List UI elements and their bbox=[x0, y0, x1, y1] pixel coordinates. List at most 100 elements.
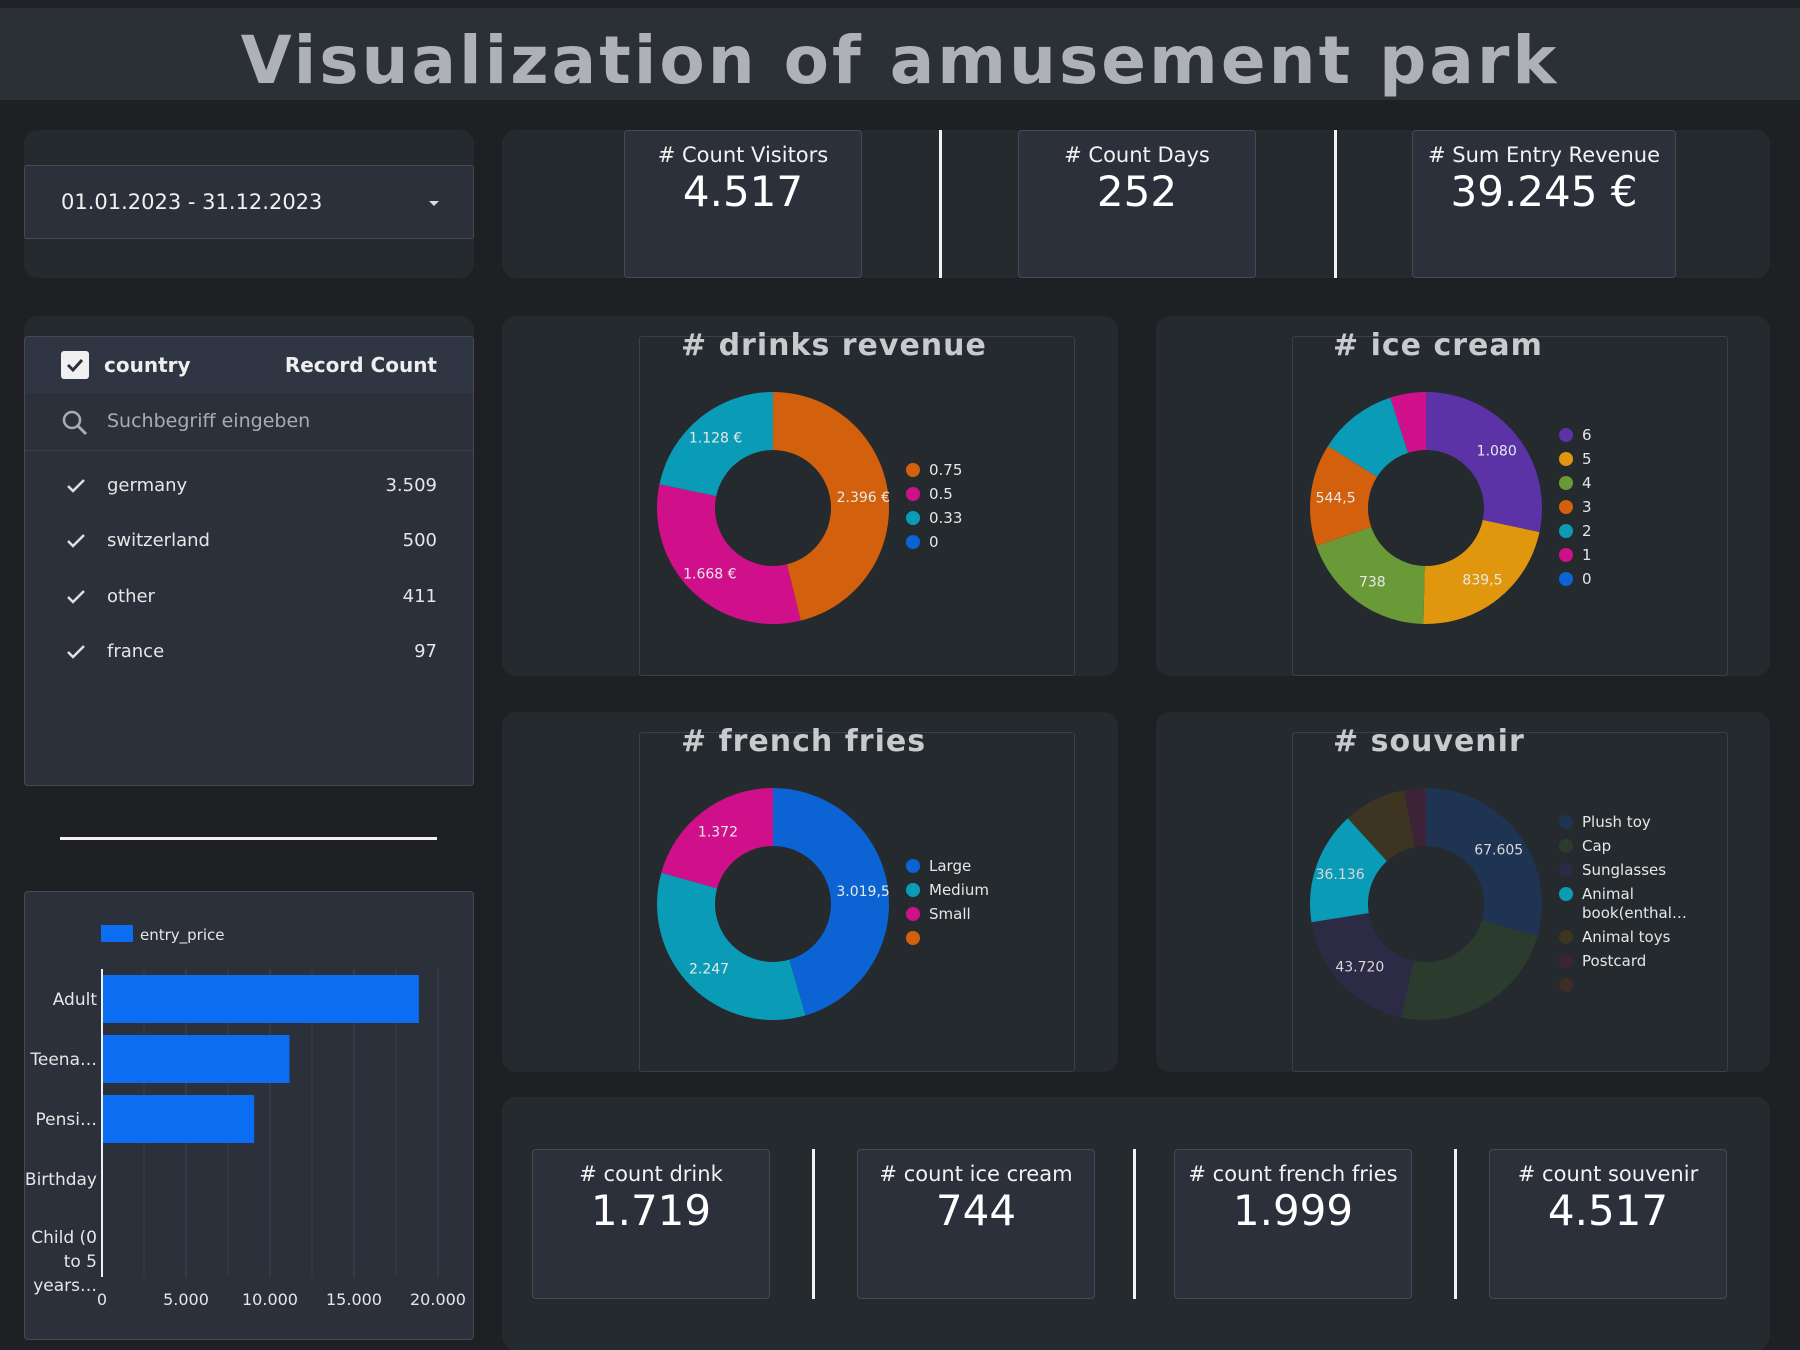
date-range-picker[interactable]: 01.01.2023 - 31.12.2023 bbox=[24, 165, 474, 239]
legend-swatch[interactable] bbox=[1559, 476, 1573, 490]
donut-slice[interactable] bbox=[657, 872, 806, 1020]
kpi-value: 252 bbox=[1096, 167, 1178, 216]
legend-swatch[interactable] bbox=[1559, 863, 1573, 877]
divider bbox=[60, 837, 437, 840]
legend-swatch[interactable] bbox=[906, 931, 920, 945]
y-category-label: Birthday bbox=[25, 1170, 97, 1190]
legend-swatch[interactable] bbox=[1559, 500, 1573, 514]
legend-label[interactable]: 1 bbox=[1582, 546, 1592, 564]
legend-swatch[interactable] bbox=[101, 925, 133, 942]
legend-swatch[interactable] bbox=[1559, 815, 1573, 829]
fries-donut-chart: 3.019,5 2.247 1.372 Large Medium Small bbox=[657, 788, 989, 1020]
legend-swatch[interactable] bbox=[1559, 428, 1573, 442]
donut-slice[interactable] bbox=[1401, 920, 1538, 1020]
dropdown-caret-icon[interactable] bbox=[429, 201, 439, 206]
kpi-value: 1.999 bbox=[1232, 1186, 1354, 1235]
legend-label[interactable]: 4 bbox=[1582, 474, 1592, 492]
check-icon[interactable] bbox=[65, 530, 87, 552]
entry-price-chart-card: 0 5.000 10.000 15.000 20.000 entry_price Adult… bbox=[24, 891, 474, 1340]
divider bbox=[1334, 130, 1337, 278]
date-range-value: 01.01.2023 - 31.12.2023 bbox=[61, 190, 323, 214]
legend-label[interactable]: Small bbox=[929, 905, 971, 923]
kpi-label: # count souvenir bbox=[1517, 1162, 1699, 1186]
kpi-count-drink: # count drink 1.719 bbox=[532, 1149, 770, 1299]
legend-label[interactable]: 0 bbox=[1582, 570, 1592, 588]
legend-swatch[interactable] bbox=[1559, 524, 1573, 538]
drinks-donut-chart: 2.396 € 1.668 € 1.128 € 0.75 0.5 0.33 0 bbox=[657, 392, 962, 624]
legend-label[interactable]: 0.75 bbox=[929, 461, 962, 479]
legend-label[interactable]: 0 bbox=[929, 533, 939, 551]
donut-slice[interactable] bbox=[657, 484, 801, 624]
bar[interactable] bbox=[103, 1035, 290, 1083]
filter-row-germany[interactable]: germany 3.509 bbox=[25, 467, 473, 511]
legend-swatch[interactable] bbox=[1559, 572, 1573, 586]
legend-label[interactable]: Large bbox=[929, 857, 971, 875]
legend-label[interactable]: 2 bbox=[1582, 522, 1592, 540]
legend-label[interactable]: 6 bbox=[1582, 426, 1592, 444]
kpi-count-french-fries: # count french fries 1.999 bbox=[1174, 1149, 1412, 1299]
entry-price-bar-chart: 0 5.000 10.000 15.000 20.000 entry_price Adult… bbox=[25, 925, 466, 1309]
legend-label[interactable]: entry_price bbox=[140, 926, 225, 945]
filter-row-france[interactable]: france 97 bbox=[25, 633, 473, 677]
legend-label[interactable]: 0.5 bbox=[929, 485, 953, 503]
legend-swatch[interactable] bbox=[1559, 839, 1573, 853]
legend-label[interactable]: Animal toys bbox=[1582, 928, 1671, 946]
kpi-count-ice-cream: # count ice cream 744 bbox=[857, 1149, 1095, 1299]
legend-label[interactable]: 5 bbox=[1582, 450, 1592, 468]
check-icon[interactable] bbox=[65, 475, 87, 497]
kpi-label: # count drink bbox=[579, 1162, 723, 1186]
legend-swatch[interactable] bbox=[906, 883, 920, 897]
filter-row-other[interactable]: other 411 bbox=[25, 578, 473, 622]
legend-label[interactable]: Postcard bbox=[1582, 952, 1646, 970]
slice-label: 1.080 bbox=[1477, 444, 1517, 460]
kpi-label: # Count Days bbox=[1064, 143, 1210, 167]
legend-label[interactable]: Cap bbox=[1582, 837, 1611, 855]
kpi-label: # Count Visitors bbox=[657, 143, 829, 167]
x-tick-label: 20.000 bbox=[410, 1290, 466, 1309]
select-all-checkbox[interactable] bbox=[61, 351, 89, 379]
legend-swatch[interactable] bbox=[906, 511, 920, 525]
legend-swatch[interactable] bbox=[906, 907, 920, 921]
row-count: 411 bbox=[402, 586, 437, 607]
check-icon[interactable] bbox=[65, 586, 87, 608]
legend-label[interactable]: 0.33 bbox=[929, 509, 962, 527]
legend-label[interactable]: Animal bbox=[1582, 885, 1634, 903]
legend-swatch[interactable] bbox=[1559, 887, 1573, 901]
filter-header: country Record Count bbox=[25, 337, 473, 393]
y-category-label: to 5 bbox=[64, 1252, 97, 1272]
legend-label[interactable]: Medium bbox=[929, 881, 989, 899]
kpi-label: # count ice cream bbox=[879, 1162, 1073, 1186]
legend-swatch[interactable] bbox=[1559, 452, 1573, 466]
legend-label[interactable]: book(enthal… bbox=[1582, 904, 1687, 922]
slice-label: 1.128 € bbox=[689, 430, 742, 446]
row-label: other bbox=[107, 586, 155, 607]
row-count: 3.509 bbox=[385, 475, 437, 496]
legend-swatch[interactable] bbox=[906, 535, 920, 549]
legend-swatch[interactable] bbox=[906, 859, 920, 873]
icecream-donut-chart: 1.080 839,5 738 544,5 6 5 4 3 2 1 0 bbox=[1310, 392, 1592, 624]
metric-label[interactable]: Record Count bbox=[285, 353, 437, 377]
search-row[interactable]: Suchbegriff eingeben bbox=[25, 393, 473, 451]
legend-label[interactable]: Plush toy bbox=[1582, 813, 1651, 831]
legend-swatch[interactable] bbox=[1559, 954, 1573, 968]
kpi-value: 39.245 € bbox=[1450, 167, 1638, 216]
legend-swatch[interactable] bbox=[1559, 548, 1573, 562]
x-tick-label: 5.000 bbox=[163, 1290, 209, 1309]
search-input[interactable]: Suchbegriff eingeben bbox=[107, 410, 310, 432]
legend-label[interactable]: Sunglasses bbox=[1582, 861, 1666, 879]
row-label: france bbox=[107, 641, 165, 662]
checkmark-icon bbox=[66, 358, 84, 373]
donut-slice[interactable] bbox=[1426, 788, 1542, 937]
legend-label[interactable]: 3 bbox=[1582, 498, 1592, 516]
legend-swatch[interactable] bbox=[906, 487, 920, 501]
check-icon[interactable] bbox=[65, 641, 87, 663]
legend-swatch[interactable] bbox=[906, 463, 920, 477]
filter-row-switzerland[interactable]: switzerland 500 bbox=[25, 522, 473, 566]
legend-swatch[interactable] bbox=[1559, 978, 1573, 992]
bar[interactable] bbox=[103, 1095, 255, 1143]
legend-swatch[interactable] bbox=[1559, 930, 1573, 944]
x-tick-label: 0 bbox=[97, 1290, 107, 1309]
donut-slice[interactable] bbox=[1426, 392, 1542, 533]
bar[interactable] bbox=[103, 975, 419, 1023]
kpi-value: 4.517 bbox=[682, 167, 804, 216]
